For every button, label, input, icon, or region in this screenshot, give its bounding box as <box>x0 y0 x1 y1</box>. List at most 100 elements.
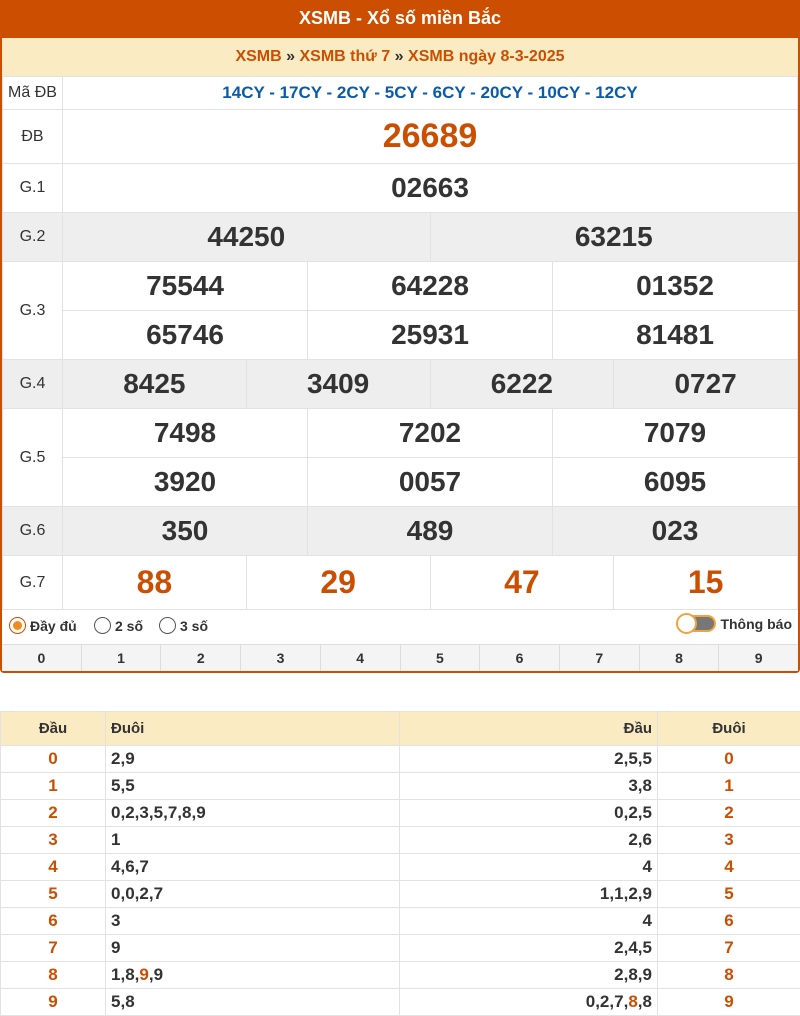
loto-digit: 7 <box>154 884 163 903</box>
prize-label: G.2 <box>3 213 63 262</box>
tail-digits: 5,5 <box>106 773 400 800</box>
prize-number: 6222 <box>430 360 614 409</box>
loto-digit: 4 <box>643 911 652 930</box>
loto-digit: 9 <box>125 749 134 768</box>
prize-number: 01352 <box>553 262 798 311</box>
breadcrumb-xsmb[interactable]: XSMB <box>235 48 281 65</box>
prize-number: 15 <box>614 556 798 610</box>
loto-digit: 9 <box>196 803 205 822</box>
loto-digit: 5 <box>125 776 134 795</box>
results-table: Mã ĐB 14CY - 17CY - 2CY - 5CY - 6CY - 20… <box>2 76 798 610</box>
option-three-digits[interactable]: 3 số <box>159 617 208 634</box>
loto-digit: 2 <box>125 803 134 822</box>
loto-head-tail-table: Đầu Đuôi Đầu Đuôi 02,92,5,5015,53,8120,2… <box>0 711 800 1016</box>
tail-digit: 4 <box>658 854 800 881</box>
loto-digit: 5 <box>111 776 120 795</box>
option-two-digits[interactable]: 2 số <box>94 617 143 634</box>
loto-digit: 1 <box>111 965 120 984</box>
breadcrumb-date[interactable]: XSMB ngày 8-3-2025 <box>408 48 565 65</box>
table-row: 312,63 <box>1 827 800 854</box>
header-dau: Đầu <box>1 712 106 746</box>
loto-digit: 8 <box>628 992 637 1011</box>
option-full[interactable]: Đầy đủ <box>9 617 77 634</box>
radio-two-digits[interactable] <box>94 617 111 634</box>
loto-digit: 6 <box>643 830 652 849</box>
head-digit: 8 <box>1 962 106 989</box>
head-digit: 0 <box>1 746 106 773</box>
tail-digit: 5 <box>658 881 800 908</box>
digit-filter-4[interactable]: 4 <box>321 645 401 671</box>
head-digit: 7 <box>1 935 106 962</box>
loto-digit: 5 <box>628 749 637 768</box>
digit-filter-0[interactable]: 0 <box>2 645 82 671</box>
header-dau: Đầu <box>400 712 658 746</box>
table-row: 02,92,5,50 <box>1 746 800 773</box>
tail-digits: 4,6,7 <box>106 854 400 881</box>
table-row: 44,6,744 <box>1 854 800 881</box>
loto-digit: 8 <box>182 803 191 822</box>
digit-filter-6[interactable]: 6 <box>480 645 560 671</box>
prize-number: 3920 <box>63 458 308 507</box>
digit-filter-7[interactable]: 7 <box>560 645 640 671</box>
head-digit: 6 <box>1 908 106 935</box>
loto-digit: 4 <box>111 857 120 876</box>
digit-filter-8[interactable]: 8 <box>640 645 720 671</box>
head-digits: 2,6 <box>400 827 658 854</box>
loto-digit: 0 <box>111 884 120 903</box>
prize-number: 25931 <box>308 311 553 360</box>
digit-filter-5[interactable]: 5 <box>401 645 481 671</box>
prize-number: 8425 <box>63 360 247 409</box>
header-duoi: Đuôi <box>658 712 800 746</box>
loto-digit: 3 <box>139 803 148 822</box>
loto-digit: 9 <box>139 965 148 984</box>
toggle-switch[interactable] <box>678 615 716 632</box>
prize-label: G.3 <box>3 262 63 360</box>
loto-digit: 2 <box>628 830 637 849</box>
prize-number: 023 <box>553 507 798 556</box>
head-digits: 2,5,5 <box>400 746 658 773</box>
prize-number: 7498 <box>63 409 308 458</box>
tail-digits: 0,2,3,5,7,8,9 <box>106 800 400 827</box>
loto-digit: 8 <box>643 992 652 1011</box>
head-digits: 2,8,9 <box>400 962 658 989</box>
radio-full[interactable] <box>9 617 26 634</box>
digit-filter-3[interactable]: 3 <box>241 645 321 671</box>
loto-digit: 8 <box>125 965 134 984</box>
head-digit: 3 <box>1 827 106 854</box>
table-row: 792,4,57 <box>1 935 800 962</box>
prize-label: G.6 <box>3 507 63 556</box>
loto-digit: 5 <box>111 992 120 1011</box>
tail-digits: 2,9 <box>106 746 400 773</box>
loto-digit: 3 <box>111 911 120 930</box>
head-digits: 4 <box>400 854 658 881</box>
option-three-label: 3 số <box>180 618 208 634</box>
loto-digit: 2 <box>628 884 637 903</box>
page-title: XSMB - Xổ số miền Bắc <box>0 0 800 38</box>
prize-label: G.7 <box>3 556 63 610</box>
head-digits: 1,1,2,9 <box>400 881 658 908</box>
tail-digits: 5,8 <box>106 989 400 1016</box>
loto-digit: 2 <box>600 992 609 1011</box>
digit-filter-2[interactable]: 2 <box>161 645 241 671</box>
prize-number: 350 <box>63 507 308 556</box>
loto-digit: 2 <box>614 965 623 984</box>
digit-filter-1[interactable]: 1 <box>82 645 162 671</box>
prize-number: 0057 <box>308 458 553 507</box>
loto-digit: 1 <box>111 830 120 849</box>
prize-number: 44250 <box>63 213 431 262</box>
notification-toggle[interactable]: Thông báo <box>678 615 792 632</box>
display-options: Đầy đủ 2 số 3 số Thông báo <box>2 610 798 644</box>
breadcrumb-weekday[interactable]: XSMB thứ 7 <box>300 48 391 65</box>
loto-digit: 2 <box>614 749 623 768</box>
tail-digits: 9 <box>106 935 400 962</box>
radio-three-digits[interactable] <box>159 617 176 634</box>
head-digit: 1 <box>1 773 106 800</box>
loto-digit: 2 <box>614 938 623 957</box>
prize-number: 64228 <box>308 262 553 311</box>
prize-number: 7079 <box>553 409 798 458</box>
breadcrumb: XSMB » XSMB thứ 7 » XSMB ngày 8-3-2025 <box>2 38 798 76</box>
digit-filter-9[interactable]: 9 <box>719 645 798 671</box>
loto-digit: 0 <box>614 803 623 822</box>
head-digits: 4 <box>400 908 658 935</box>
table-row: 50,0,2,71,1,2,95 <box>1 881 800 908</box>
